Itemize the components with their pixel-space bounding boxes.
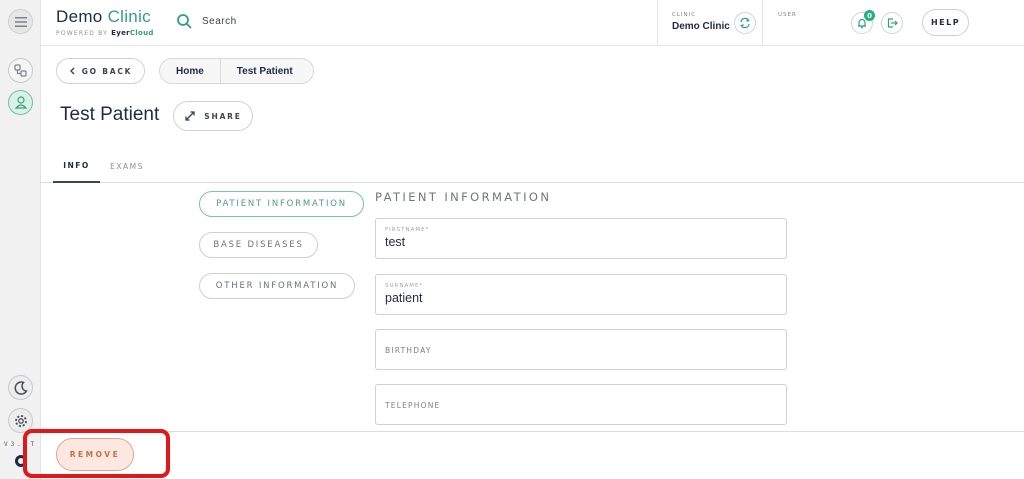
patient-icon: [14, 96, 27, 109]
brand-logo[interactable]: Demo Clinic POWERED BY EyerCloud: [56, 7, 154, 37]
logout-icon: [887, 18, 898, 28]
breadcrumb: Home Test Patient: [159, 58, 314, 84]
tab-bar: INFO EXAMS: [41, 150, 1024, 183]
sidebar: V3.1T: [0, 0, 41, 479]
gear-icon: [14, 414, 27, 427]
tab-info[interactable]: INFO: [53, 150, 100, 183]
footer-bar: [41, 431, 1024, 479]
search-bar[interactable]: Search: [176, 13, 237, 29]
sync-icon: [740, 17, 750, 29]
go-back-button[interactable]: GO BACK: [56, 58, 145, 84]
tab-exams[interactable]: EXAMS: [105, 150, 149, 183]
form-section-title: PATIENT INFORMATION: [375, 190, 552, 204]
dark-mode-button[interactable]: [8, 375, 33, 400]
go-back-label: GO BACK: [81, 66, 133, 76]
breadcrumb-home[interactable]: Home: [160, 59, 220, 83]
telephone-field[interactable]: TELEPHONE: [375, 384, 787, 425]
patients-button[interactable]: [8, 90, 33, 115]
powered-by: POWERED BY EyerCloud: [56, 29, 154, 37]
switch-clinic-button[interactable]: [734, 12, 756, 34]
firstname-field[interactable]: FIRSTNAME* test: [375, 218, 787, 259]
menu-button[interactable]: [8, 9, 33, 34]
help-button[interactable]: HELP: [922, 9, 969, 36]
highlight-annotation-box: [23, 429, 170, 478]
surname-label: SURNAME*: [385, 283, 424, 289]
surname-value[interactable]: patient: [385, 291, 777, 305]
chevron-left-icon: [69, 67, 75, 75]
apps-button[interactable]: [8, 58, 33, 83]
notification-count-badge: 0: [864, 10, 875, 21]
search-input[interactable]: Search: [202, 16, 237, 27]
share-arrows-icon: [185, 111, 195, 121]
section-base-diseases-button[interactable]: BASE DISEASES: [199, 232, 318, 258]
section-patient-information-button[interactable]: PATIENT INFORMATION: [199, 191, 364, 217]
breadcrumb-current: Test Patient: [219, 59, 313, 83]
birthday-placeholder: BIRTHDAY: [385, 346, 432, 355]
brand-name: Demo Clinic: [56, 7, 151, 26]
clinic-selector[interactable]: CLINIC Demo Clinic: [657, 0, 763, 46]
section-other-information-button[interactable]: OTHER INFORMATION: [199, 273, 355, 299]
menu-icon: [14, 16, 27, 27]
share-label: SHARE: [204, 111, 242, 121]
page-title: Test Patient: [60, 104, 160, 125]
firstname-value[interactable]: test: [385, 235, 777, 249]
telephone-placeholder: TELEPHONE: [385, 401, 441, 410]
search-icon: [177, 14, 192, 29]
moon-icon: [14, 380, 28, 395]
share-button[interactable]: SHARE: [173, 101, 253, 131]
surname-field[interactable]: SURNAME* patient: [375, 274, 787, 315]
firstname-label: FIRSTNAME*: [385, 227, 430, 233]
birthday-field[interactable]: BIRTHDAY: [375, 329, 787, 370]
logout-button[interactable]: [881, 12, 903, 34]
apps-icon: [14, 64, 27, 77]
top-header: Demo Clinic POWERED BY EyerCloud Search …: [41, 0, 1024, 46]
